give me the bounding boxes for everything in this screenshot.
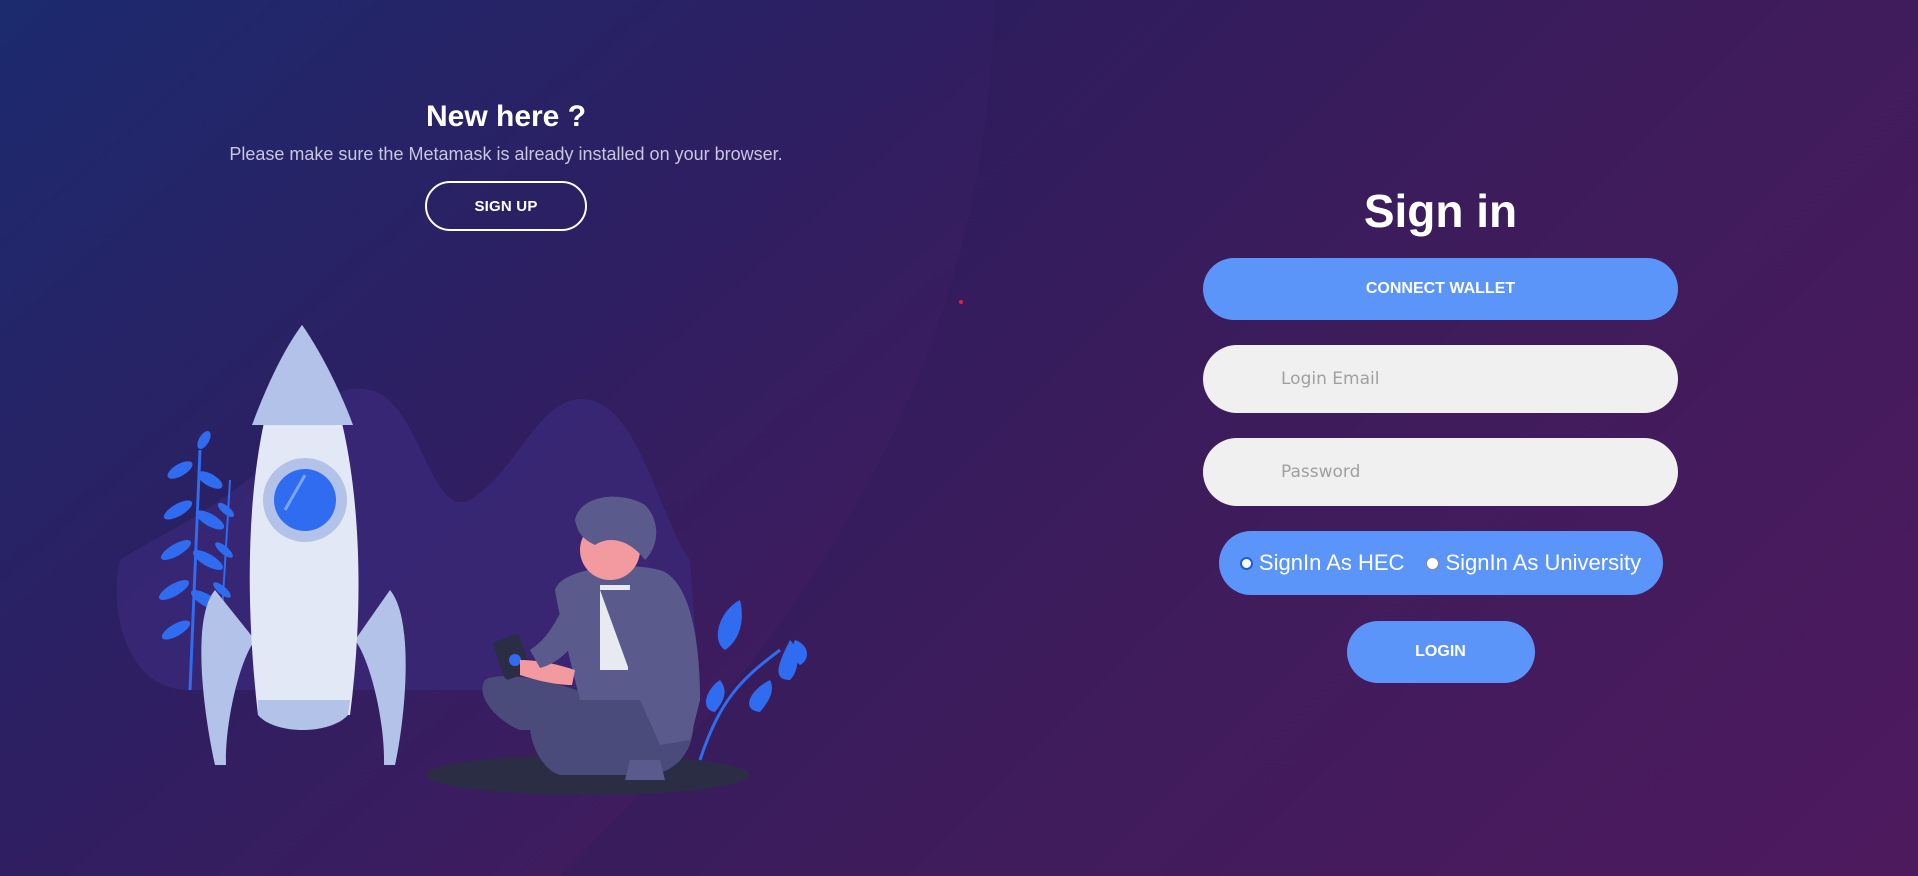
red-dot xyxy=(959,300,963,304)
password-input[interactable] xyxy=(1279,461,1643,483)
radio-option-hec[interactable]: SignIn As HEC xyxy=(1239,550,1405,576)
radio-label-hec: SignIn As HEC xyxy=(1258,550,1405,575)
radio-label-university: SignIn As University xyxy=(1445,550,1642,575)
leaf-plant-icon xyxy=(698,600,807,761)
sign-in-form: Sign in CONNECT WALLET SignIn As HEC Sig… xyxy=(1203,180,1678,683)
radio-button-university[interactable] xyxy=(1426,556,1440,570)
sign-in-title: Sign in xyxy=(1363,185,1518,237)
radio-button-hec[interactable] xyxy=(1239,556,1253,570)
role-selector: SignIn As HEC SignIn As University xyxy=(1218,531,1663,595)
radio-option-university[interactable]: SignIn As University xyxy=(1426,550,1641,576)
email-field xyxy=(1203,345,1678,413)
login-email-input[interactable] xyxy=(1279,368,1643,390)
login-button[interactable]: LOGIN xyxy=(1346,621,1535,683)
connect-wallet-button[interactable]: CONNECT WALLET xyxy=(1203,258,1678,320)
password-field xyxy=(1203,438,1678,506)
